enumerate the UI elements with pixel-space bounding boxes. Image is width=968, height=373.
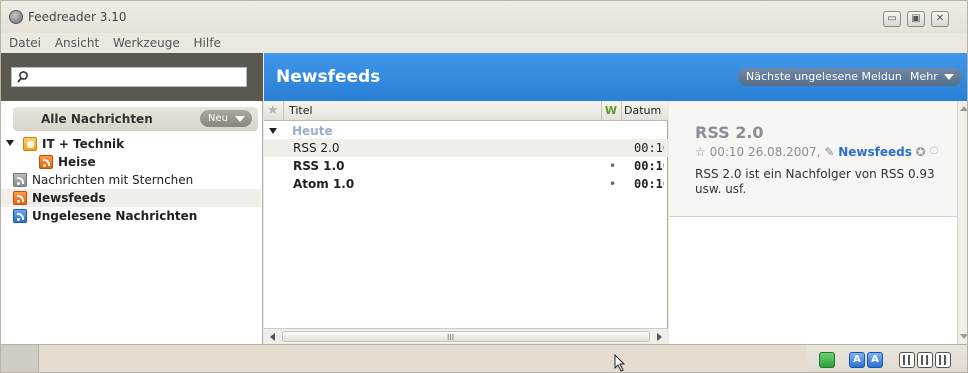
search-input[interactable]	[11, 67, 247, 87]
unread-dot-icon: •	[609, 159, 617, 173]
read-status-circle-icon[interactable]: ○	[930, 145, 939, 156]
list-column-header: ★ Titel W Datum	[264, 101, 668, 121]
list-group-heute[interactable]: Heute	[264, 123, 668, 139]
layout-wide-icon[interactable]	[935, 352, 951, 368]
column-divider[interactable]	[283, 101, 284, 121]
close-button[interactable]: ✕	[931, 11, 949, 27]
search-icon	[17, 71, 28, 83]
feed-tree: IT + Technik Heise Nachrichten mit Stern…	[1, 135, 261, 225]
scroll-right-icon[interactable]	[657, 333, 662, 341]
horizontal-scrollbar[interactable]: III	[264, 328, 668, 344]
unread-dot-icon: •	[609, 177, 617, 191]
sidebar-item-heise[interactable]: Heise	[1, 153, 261, 171]
item-time: 00:10	[634, 141, 664, 155]
group-label: Heute	[292, 124, 333, 138]
list-item[interactable]: Atom 1.0 • 00:10	[264, 175, 668, 193]
window-title: Feedreader 3.10	[28, 10, 127, 24]
article-title[interactable]: RSS 2.0	[695, 123, 764, 142]
item-title: RSS 2.0	[293, 141, 340, 155]
sidebar-item-label: Ungelesene Nachrichten	[32, 209, 198, 223]
sidebar-header: Alle Nachrichten Neu	[13, 107, 258, 131]
expand-triangle-icon[interactable]	[6, 140, 14, 146]
article-datetime: ☆ 00:10 26.08.2007,	[695, 145, 821, 159]
page-title: Newsfeeds	[276, 67, 381, 87]
message-list: ★ Titel W Datum Heute RSS 2.0 00:10 RSS …	[264, 101, 668, 344]
sidebar-item-it-technik[interactable]: IT + Technik	[1, 135, 261, 153]
font-size-a-alt-icon[interactable]: A	[867, 352, 883, 368]
chevron-down-icon	[943, 74, 954, 80]
rss-feed-icon	[13, 191, 27, 205]
item-time: 00:10	[634, 177, 664, 191]
column-divider[interactable]	[601, 101, 602, 121]
sidebar-item-label: Heise	[58, 155, 96, 169]
sidebar-item-label: Newsfeeds	[32, 191, 106, 205]
folder-icon	[23, 137, 37, 151]
starred-feed-icon	[13, 173, 27, 187]
next-unread-button[interactable]: Nächste ungelesene Meldung	[738, 68, 917, 86]
column-title-header[interactable]: Titel	[289, 104, 313, 117]
new-button[interactable]: Neu	[200, 110, 252, 127]
more-button[interactable]: Mehr	[902, 68, 962, 86]
read-status-column-icon[interactable]: W	[603, 103, 619, 119]
scroll-thumb[interactable]: III	[282, 331, 650, 342]
pencil-icon: ✎	[824, 145, 839, 159]
font-size-a-icon[interactable]: A	[849, 352, 865, 368]
item-title: RSS 1.0	[293, 159, 345, 173]
sidebar-item-starred[interactable]: Nachrichten mit Sternchen	[1, 171, 261, 189]
layout-one-column-icon[interactable]	[899, 352, 915, 368]
collapse-triangle-icon[interactable]	[269, 128, 277, 134]
new-button-label: Neu	[208, 113, 228, 124]
scroll-left-icon[interactable]	[270, 333, 275, 341]
scroll-grip: III	[447, 333, 455, 342]
sidebar-item-label: Nachrichten mit Sternchen	[32, 173, 194, 187]
unread-feed-icon	[13, 209, 27, 223]
item-time: 00:10	[634, 159, 664, 173]
menu-bar: Datei Ansicht Werkzeuge Hilfe	[1, 34, 967, 52]
vertical-scrollbar[interactable]	[957, 101, 967, 344]
list-item[interactable]: RSS 2.0 00:10	[264, 139, 668, 157]
maximize-button[interactable]: ▣	[907, 11, 925, 27]
app-logo-icon	[9, 10, 23, 24]
menu-hilfe[interactable]: Hilfe	[194, 34, 221, 52]
article-pane: RSS 2.0 ☆ 00:10 26.08.2007, ✎ Newsfeeds …	[669, 101, 967, 344]
search-area	[1, 53, 263, 101]
menu-ansicht[interactable]: Ansicht	[55, 34, 99, 52]
column-date-header[interactable]: Datum	[624, 104, 661, 117]
column-divider[interactable]	[621, 101, 622, 121]
article-meta: ☆ 00:10 26.08.2007, ✎ Newsfeeds ✪ ○	[695, 145, 938, 159]
item-title: Atom 1.0	[293, 177, 355, 191]
status-left-panel	[1, 345, 39, 372]
minimize-button[interactable]: ▭	[883, 11, 901, 27]
app-window: Feedreader 3.10 ▭ ▣ ✕ Datei Ansicht Werk…	[0, 0, 968, 373]
article-card: RSS 2.0 ☆ 00:10 26.08.2007, ✎ Newsfeeds …	[669, 101, 957, 217]
sidebar-title: Alle Nachrichten	[41, 112, 153, 126]
article-body: RSS 2.0 ist ein Nachfolger von RSS 0.93 …	[695, 167, 935, 196]
scroll-up-icon[interactable]	[960, 106, 967, 111]
layout-three-column-icon[interactable]	[917, 352, 933, 368]
rss-feed-icon	[39, 155, 53, 169]
sidebar-item-newsfeeds[interactable]: Newsfeeds	[1, 189, 261, 207]
chevron-down-icon	[235, 116, 245, 122]
title-bar: Feedreader 3.10 ▭ ▣ ✕	[1, 1, 967, 33]
article-feed-link[interactable]: Newsfeeds	[838, 145, 912, 159]
scroll-down-icon[interactable]	[960, 334, 967, 339]
status-message-area	[39, 345, 807, 372]
sync-icon[interactable]	[819, 352, 835, 368]
feed-sidebar: Alle Nachrichten Neu IT + Technik Heise …	[1, 101, 263, 344]
settings-gear-icon[interactable]: ✪	[916, 145, 926, 159]
sidebar-item-unread[interactable]: Ungelesene Nachrichten	[1, 207, 261, 225]
menu-werkzeuge[interactable]: Werkzeuge	[113, 34, 180, 52]
menu-datei[interactable]: Datei	[9, 34, 41, 52]
star-column-icon[interactable]: ★	[267, 103, 281, 119]
sidebar-item-label: IT + Technik	[42, 137, 125, 151]
list-item[interactable]: RSS 1.0 • 00:10	[264, 157, 668, 175]
status-bar: A A	[1, 344, 967, 372]
content-header: Newsfeeds Nächste ungelesene Meldung Meh…	[264, 53, 967, 101]
mouse-cursor-icon	[614, 354, 626, 372]
more-button-label: Mehr	[910, 70, 938, 83]
